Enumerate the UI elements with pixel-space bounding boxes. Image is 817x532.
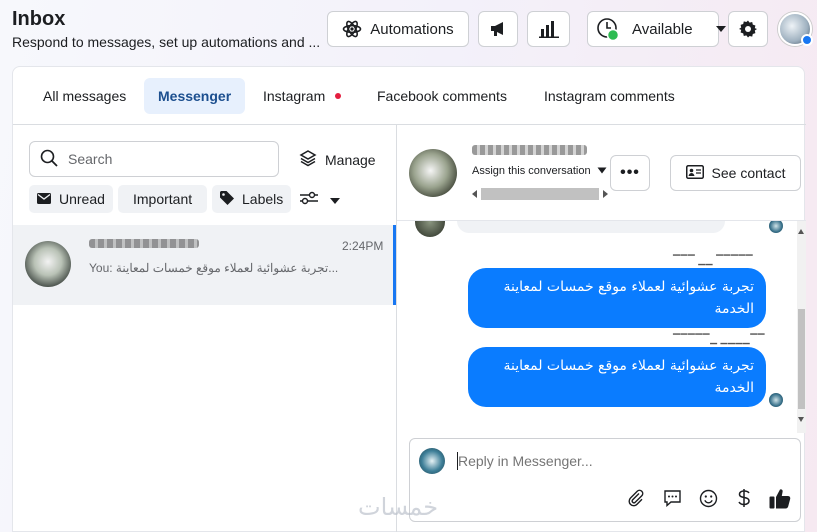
assign-label: Assign this conversation [472,165,591,177]
filter-options-button[interactable] [299,191,341,210]
sender-label-redacted: ▔▔▔ ▁▁ ▔▔▔▔▔ [673,255,754,265]
composer-toolbar [625,487,791,509]
labels-label: Labels [242,191,284,207]
outgoing-message-bubble: تجربة عشوائية لعملاء موقع خمسات لمعاينة … [468,268,766,328]
atom-icon [342,19,362,39]
sender-label-redacted: ▔▔▔▔▔▁ ▁▁▁▁▔▔ [673,334,766,344]
assign-conversation-dropdown[interactable]: Assign this conversation [472,165,607,177]
contact-avatar [25,241,71,287]
tab-messenger[interactable]: Messenger [144,78,246,114]
page-avatar [419,448,445,474]
reply-composer [409,438,801,522]
tag-icon [220,190,234,208]
contact-name-redacted [89,239,199,248]
page-title: Inbox [12,8,66,30]
conversation-snippet: You: تجربة عشوائية لعملاء موقع خمسات لمع… [89,261,339,275]
channel-tabs: All messages Messenger Instagram Faceboo… [13,67,806,125]
settings-button[interactable] [728,11,768,47]
thumbs-up-icon[interactable] [769,487,791,509]
gear-icon [739,20,757,38]
tab-all-messages[interactable]: All messages [29,78,140,114]
chevron-down-icon [715,25,727,33]
horizontal-scrollbar[interactable] [472,187,608,201]
search-placeholder: Search [68,151,113,167]
previous-message-bubble [457,221,725,233]
search-input[interactable]: Search [29,141,279,177]
watermark-logo: خمسات [358,493,439,521]
conversation-time: 2:24PM [342,239,384,253]
conversation-pane: Assign this conversation ••• See contact [397,125,806,532]
vertical-scrollbar[interactable] [797,221,806,433]
unread-filter-chip[interactable]: Unread [29,185,113,213]
manage-label: Manage [325,151,376,168]
outgoing-message-bubble: تجربة عشوائية لعملاء موقع خمسات لمعاينة … [468,347,766,407]
chevron-down-icon [329,192,341,210]
see-contact-button[interactable]: See contact [670,155,801,191]
availability-label: Available [632,20,693,38]
see-contact-label: See contact [711,165,786,181]
tab-label: Instagram comments [544,88,675,104]
reply-input[interactable] [458,453,758,469]
dollar-icon[interactable] [733,487,755,509]
inbox-header: Inbox Respond to messages, set up automa… [0,0,817,64]
envelope-icon [37,191,51,207]
automations-button[interactable]: Automations [327,11,469,47]
megaphone-button[interactable] [478,11,518,47]
unread-label: Unread [59,191,105,207]
emoji-icon[interactable] [697,487,719,509]
insights-button[interactable] [527,11,570,47]
conversation-header: Assign this conversation ••• See contact [397,125,806,221]
contact-avatar [409,149,457,197]
tab-label: Instagram [263,88,326,104]
tab-label: All messages [43,88,127,104]
megaphone-icon [489,20,507,38]
layers-icon [299,149,317,170]
tab-instagram-comments[interactable]: Instagram comments [530,78,689,114]
tab-label: Facebook comments [377,88,507,104]
scroll-down-icon[interactable] [798,417,804,422]
contact-card-icon [685,164,704,182]
availability-dropdown[interactable]: Available [587,11,726,47]
scroll-thumb[interactable] [798,309,805,409]
contact-name-redacted [472,145,587,155]
inbox-panel: All messages Messenger Instagram Faceboo… [12,66,806,532]
sender-avatar [769,221,783,233]
conversation-list-item[interactable]: 2:24PM You: تجربة عشوائية لعملاء موقع خم… [13,225,396,305]
conversation-list-pane: Search Manage Unread Important Labels 2:… [13,125,397,532]
bar-chart-icon [538,20,559,38]
profile-avatar[interactable] [778,12,813,46]
scroll-thumb[interactable] [481,188,599,200]
tab-label: Messenger [158,88,232,104]
search-icon [40,149,58,170]
more-options-button[interactable]: ••• [610,155,650,191]
scroll-left-icon[interactable] [472,190,477,198]
unread-dot [335,93,342,99]
manage-button[interactable]: Manage [299,149,376,170]
automations-label: Automations [370,20,454,38]
paperclip-icon[interactable] [625,487,647,509]
profile-badge [801,34,813,46]
contact-avatar [415,221,445,237]
labels-filter-chip[interactable]: Labels [212,185,292,213]
chevron-down-icon [597,165,607,177]
saved-reply-icon[interactable] [661,487,683,509]
tab-instagram[interactable]: Instagram [249,78,355,114]
tab-facebook-comments[interactable]: Facebook comments [363,78,521,114]
message-thread: ▔▔▔ ▁▁ ▔▔▔▔▔ تجربة عشوائية لعملاء موقع خ… [397,221,806,433]
sliders-icon [299,191,319,210]
important-filter-chip[interactable]: Important [118,185,208,213]
scroll-up-icon[interactable] [798,229,804,234]
important-label: Important [133,191,193,207]
seen-avatar [769,393,783,407]
clock-status-icon [596,17,620,41]
scroll-right-icon[interactable] [603,190,608,198]
page-subtitle: Respond to messages, set up automations … [12,34,321,50]
